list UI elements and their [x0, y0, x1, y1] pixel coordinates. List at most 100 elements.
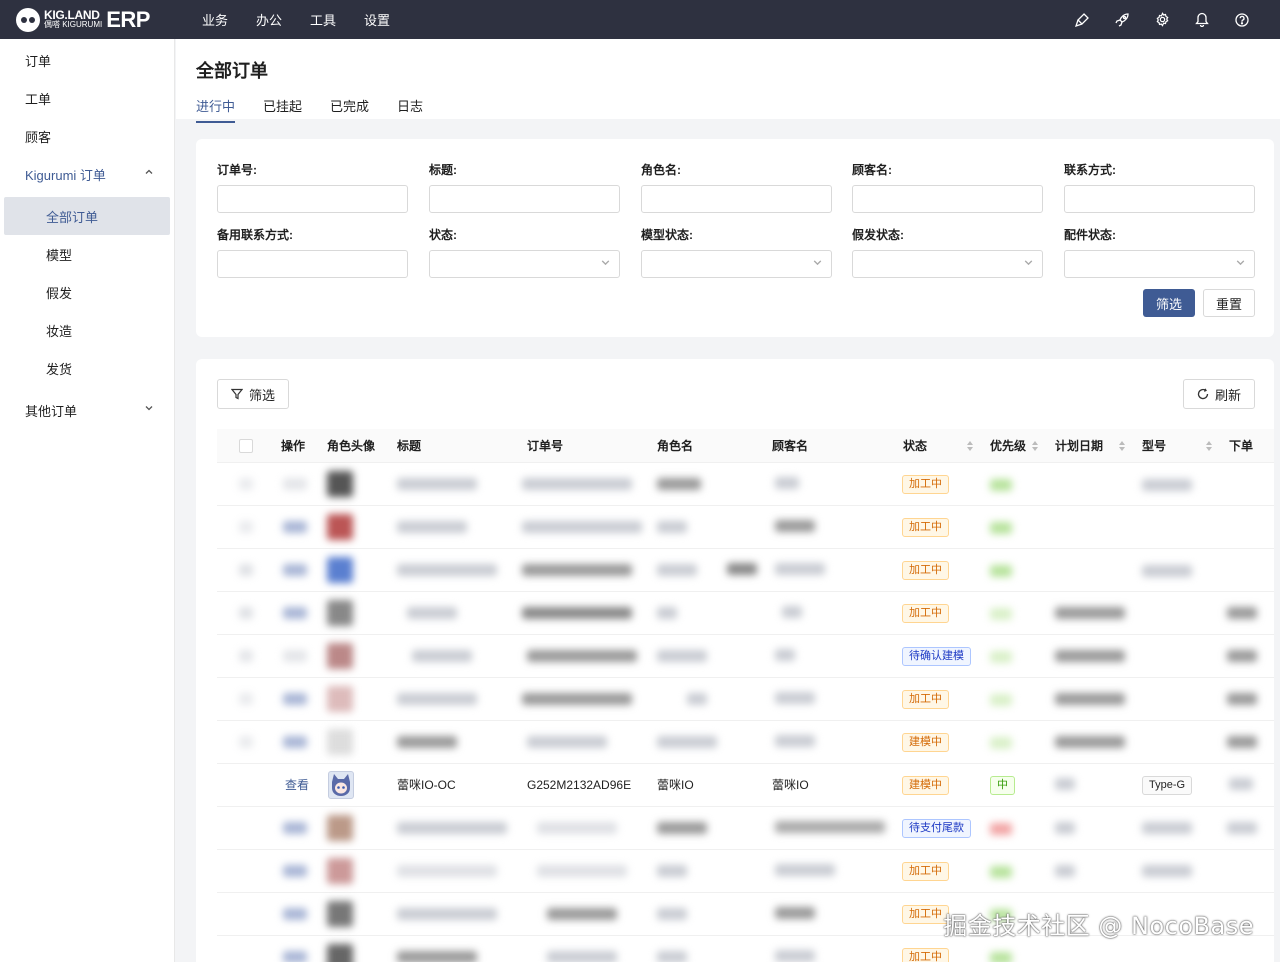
order-title: 蕾咪IO-OC: [397, 778, 456, 792]
filter-contact: 联系方式:: [1064, 161, 1255, 213]
order-number: G252M2132AD96E: [527, 778, 632, 792]
select-all-checkbox[interactable]: [239, 439, 253, 453]
brush-icon[interactable]: [1062, 12, 1102, 27]
table-row[interactable]: 加工中: [217, 678, 1274, 721]
filter-title: 标题:: [429, 161, 620, 213]
order-no-input[interactable]: [217, 185, 408, 213]
table-filter-button[interactable]: 筛选: [217, 379, 289, 409]
sort-icon[interactable]: [1118, 440, 1126, 452]
role-name-input[interactable]: [641, 185, 832, 213]
page-tabs: 进行中 已挂起 已完成 日志: [196, 96, 1260, 123]
chevron-down-icon: [145, 406, 153, 411]
table-header: 操作 角色头像 标题 订单号 角色名 顾客名 状态 优先级 计划日期 型号 下单: [217, 429, 1274, 463]
status-badge: 待确认建模: [902, 647, 971, 666]
col-order-date: 下单: [1229, 439, 1254, 453]
top-menu-business[interactable]: 业务: [188, 10, 242, 29]
orders-table-card: 筛选 刷新 操作 角色头像 标题 订单号 角色名 顾客名 状态 优先级 计划日期…: [196, 359, 1274, 962]
help-icon[interactable]: [1222, 12, 1262, 27]
sort-icon[interactable]: [1031, 440, 1039, 452]
table-refresh-button[interactable]: 刷新: [1183, 379, 1255, 409]
top-menu-office[interactable]: 办公: [242, 10, 296, 29]
status-badge: 加工中: [902, 905, 949, 924]
logo-erp: ERP: [106, 6, 150, 32]
view-link[interactable]: 查看: [285, 764, 309, 806]
sidebar-item-model[interactable]: 模型: [0, 235, 174, 273]
sidebar-item-wig[interactable]: 假发: [0, 273, 174, 311]
col-status[interactable]: 状态: [903, 429, 927, 463]
customer-name-input[interactable]: [852, 185, 1043, 213]
top-menu-tools[interactable]: 工具: [296, 10, 350, 29]
logo-mascot-icon: [16, 7, 40, 32]
tab-completed[interactable]: 已完成: [330, 96, 369, 123]
filter-reset-button[interactable]: 重置: [1203, 289, 1255, 317]
col-customer-name: 顾客名: [772, 439, 809, 453]
table-row[interactable]: 加工中: [217, 506, 1274, 549]
sort-icon[interactable]: [966, 440, 974, 452]
status-badge: 加工中: [902, 475, 949, 494]
title-input[interactable]: [429, 185, 620, 213]
main-content: 全部订单 进行中 已挂起 已完成 日志 订单号: 标题: 角色名: 顾客名: 联…: [176, 39, 1280, 962]
sidebar: 订单 工单 顾客 Kigurumi 订单 全部订单 模型 假发 妆造 发货 其他…: [0, 39, 175, 962]
tab-in-progress[interactable]: 进行中: [196, 96, 236, 123]
col-model[interactable]: 型号: [1142, 429, 1166, 463]
status-badge: 建模中: [902, 776, 949, 795]
status-badge: 加工中: [902, 948, 949, 962]
sidebar-item-workorders[interactable]: 工单: [0, 79, 174, 117]
status-badge: 建模中: [902, 733, 949, 752]
top-navbar: KIG.LAND 偶嗒 KIGURUMI ERP 业务 办公 工具 设置: [0, 0, 1280, 39]
refresh-icon: [1197, 388, 1209, 400]
chevron-down-icon: [1236, 260, 1245, 266]
table-row[interactable]: 加工中: [217, 463, 1274, 506]
status-badge: 加工中: [902, 862, 949, 881]
top-menu-settings[interactable]: 设置: [350, 10, 404, 29]
col-planned-date[interactable]: 计划日期: [1055, 429, 1103, 463]
sidebar-item-all-orders[interactable]: 全部订单: [4, 197, 170, 235]
watermark: 掘金技术社区 @ NocoBase: [943, 912, 1254, 940]
status-select[interactable]: [429, 250, 620, 278]
rocket-icon[interactable]: [1102, 12, 1142, 27]
sort-icon[interactable]: [1205, 440, 1213, 452]
role-avatar[interactable]: [328, 771, 354, 799]
logo-line2: 偶嗒 KIGURUMI: [44, 19, 103, 29]
sidebar-item-shipping[interactable]: 发货: [0, 349, 174, 387]
bell-icon[interactable]: [1182, 12, 1222, 27]
filter-model-status: 模型状态:: [641, 226, 832, 278]
page-title: 全部订单: [196, 61, 268, 81]
filter-submit-button[interactable]: 筛选: [1143, 289, 1195, 317]
table-row[interactable]: 待确认建模: [217, 635, 1274, 678]
col-order-no: 订单号: [527, 439, 564, 453]
model-badge: Type-G: [1142, 776, 1193, 795]
table-row[interactable]: 查看 蕾咪IO-OC G252M2132AD96E 蕾咪IO 蕾咪IO 建模中 …: [217, 764, 1274, 807]
status-badge: 加工中: [902, 690, 949, 709]
col-avatar: 角色头像: [327, 439, 376, 453]
tab-log[interactable]: 日志: [397, 96, 423, 123]
model-status-select[interactable]: [641, 250, 832, 278]
table-row[interactable]: 加工中: [217, 549, 1274, 592]
table-row[interactable]: 建模中: [217, 721, 1274, 764]
backup-contact-input[interactable]: [217, 250, 408, 278]
sidebar-item-kigurumi-orders[interactable]: Kigurumi 订单: [0, 155, 174, 193]
filter-wig-status: 假发状态:: [852, 226, 1043, 278]
status-badge: 加工中: [902, 604, 949, 623]
accessory-status-select[interactable]: [1064, 250, 1255, 278]
wig-status-select[interactable]: [852, 250, 1043, 278]
character-avatar-icon: [332, 774, 350, 796]
table-row[interactable]: 加工中: [217, 850, 1274, 893]
table-row[interactable]: 待支付尾款: [217, 807, 1274, 850]
contact-input[interactable]: [1064, 185, 1255, 213]
gear-icon[interactable]: [1142, 12, 1182, 27]
app-logo[interactable]: KIG.LAND 偶嗒 KIGURUMI ERP: [16, 7, 174, 33]
page-header: 全部订单 进行中 已挂起 已完成 日志: [176, 39, 1280, 123]
sidebar-item-other-orders[interactable]: 其他订单: [0, 391, 174, 429]
filter-icon: [230, 388, 243, 400]
filter-backup-contact: 备用联系方式:: [217, 226, 408, 278]
tab-suspended[interactable]: 已挂起: [263, 96, 302, 123]
status-badge: 待支付尾款: [902, 819, 971, 838]
filter-role-name: 角色名:: [641, 161, 832, 213]
table-row[interactable]: 加工中: [217, 592, 1274, 635]
col-priority[interactable]: 优先级: [990, 429, 1026, 463]
sidebar-item-customers[interactable]: 顾客: [0, 117, 174, 155]
sidebar-item-makeup[interactable]: 妆造: [0, 311, 174, 349]
col-role-name: 角色名: [657, 439, 694, 453]
sidebar-item-orders[interactable]: 订单: [0, 41, 174, 79]
